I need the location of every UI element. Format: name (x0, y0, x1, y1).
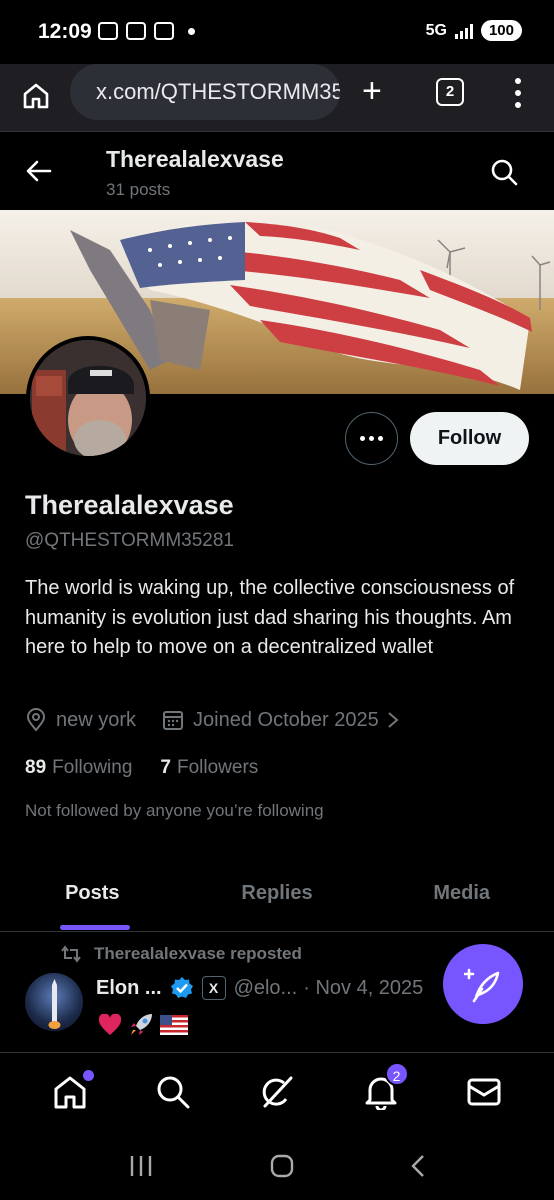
followers-link[interactable]: 7 Followers (160, 757, 258, 779)
post-header: Elon ... X @elo... · Nov 4, 2025 (96, 976, 423, 1000)
system-navigation (0, 1131, 554, 1200)
profile-tabs: Posts Replies Media (0, 868, 554, 932)
location-text: new york (56, 708, 137, 731)
follow-button[interactable]: Follow (410, 412, 529, 465)
joined-item[interactable]: Joined October 2025 (162, 709, 408, 732)
status-right: 5G 100 (426, 20, 522, 41)
location-pin-icon (26, 708, 46, 732)
following-link[interactable]: 89 Following (25, 757, 132, 779)
profile-meta: new york Joined October 2025 (25, 708, 434, 732)
following-label: Following (52, 757, 133, 778)
tab-media[interactable]: Media (369, 868, 554, 932)
profile-display-name: Therealalexvase (25, 490, 234, 520)
signal-icon (454, 23, 473, 39)
rocket-launch-image (48, 979, 61, 1029)
compose-post-button[interactable] (443, 944, 523, 1024)
following-count: 89 (25, 757, 47, 778)
browser-menu-icon[interactable] (512, 78, 524, 108)
us-flag-emoji-icon (160, 1015, 188, 1035)
home-icon[interactable] (20, 80, 52, 112)
browser-toolbar: x.com/QTHESTORMM35281 + 2 (0, 64, 554, 132)
nav-notifications[interactable]: 2 (361, 1062, 409, 1112)
header-posts-count: 31 posts (106, 180, 171, 199)
compose-feather-icon (464, 968, 500, 1003)
search-icon (157, 1076, 190, 1109)
profile-bio: The world is waking up, the collective c… (25, 577, 515, 658)
discord-icon (154, 22, 174, 40)
nav-search[interactable] (153, 1072, 193, 1112)
followers-count: 7 (160, 757, 171, 778)
grok-icon (262, 1076, 293, 1108)
avatar-image (30, 340, 146, 456)
new-tab-button[interactable]: + (362, 74, 382, 108)
repost-indicator: Therealalexvase reposted (60, 944, 302, 964)
header-title: Therealalexvase (106, 146, 284, 172)
x-affiliation-badge: X (201, 976, 226, 1000)
verified-badge-icon (170, 977, 193, 998)
joined-text: Joined October 2025 (193, 708, 379, 731)
battery-indicator: 100 (480, 20, 522, 41)
network-label: 5G (425, 21, 447, 39)
new-posts-dot (82, 1070, 94, 1081)
follow-counts: 89 Following 7 Followers (25, 757, 286, 779)
url-bar[interactable]: x.com/QTHESTORMM35281 (70, 64, 340, 120)
location-item: new york (25, 708, 136, 732)
mail-icon (467, 1078, 501, 1106)
active-tab-indicator (60, 925, 130, 930)
post-author-avatar[interactable] (25, 973, 83, 1031)
nav-messages[interactable] (464, 1072, 504, 1112)
back-icon[interactable] (409, 1153, 427, 1179)
tab-switcher-button[interactable]: 2 (436, 78, 464, 106)
calendar-icon (163, 711, 184, 730)
followers-label: Followers (176, 757, 259, 778)
recents-icon[interactable] (127, 1154, 155, 1178)
chevron-right-icon (388, 712, 399, 728)
rocket-emoji-icon (131, 1014, 152, 1035)
repost-icon (61, 945, 81, 963)
nav-home[interactable] (50, 1070, 94, 1112)
bottom-navigation: 2 (0, 1053, 554, 1131)
notification-icons (98, 22, 195, 40)
notifications-badge: 2 (384, 1062, 409, 1086)
profile-handle: @QTHESTORMM35281 (25, 530, 234, 551)
home-circle-icon[interactable] (269, 1153, 295, 1179)
divider (0, 931, 554, 932)
profile-avatar[interactable] (26, 336, 150, 460)
more-options-button[interactable] (345, 412, 398, 465)
post-author-handle: @elo... (233, 976, 298, 999)
profile-header: Therealalexvase 31 posts (0, 132, 554, 210)
post-body (98, 1012, 188, 1038)
url-text: x.com/QTHESTORMM35281 (96, 79, 340, 104)
status-time: 12:09 (38, 20, 92, 43)
discord-icon (98, 22, 118, 40)
post-date: · Nov 4, 2025 (303, 976, 424, 999)
back-arrow-icon[interactable] (26, 158, 52, 184)
not-followed-notice: Not followed by anyone you’re following (25, 801, 324, 820)
more-notifications-dot (188, 27, 195, 35)
screenshot-icon (126, 22, 146, 40)
heart-emoji-icon (98, 1014, 122, 1035)
tab-replies[interactable]: Replies (185, 868, 370, 932)
home-icon (54, 1076, 86, 1109)
repost-text: Therealalexvase reposted (94, 944, 302, 963)
nav-grok[interactable] (257, 1072, 297, 1112)
tab-posts[interactable]: Posts (0, 868, 185, 932)
post-author-name[interactable]: Elon ... (96, 977, 162, 1000)
status-bar: 12:09 5G 100 (0, 0, 554, 64)
search-icon[interactable] (490, 158, 518, 186)
